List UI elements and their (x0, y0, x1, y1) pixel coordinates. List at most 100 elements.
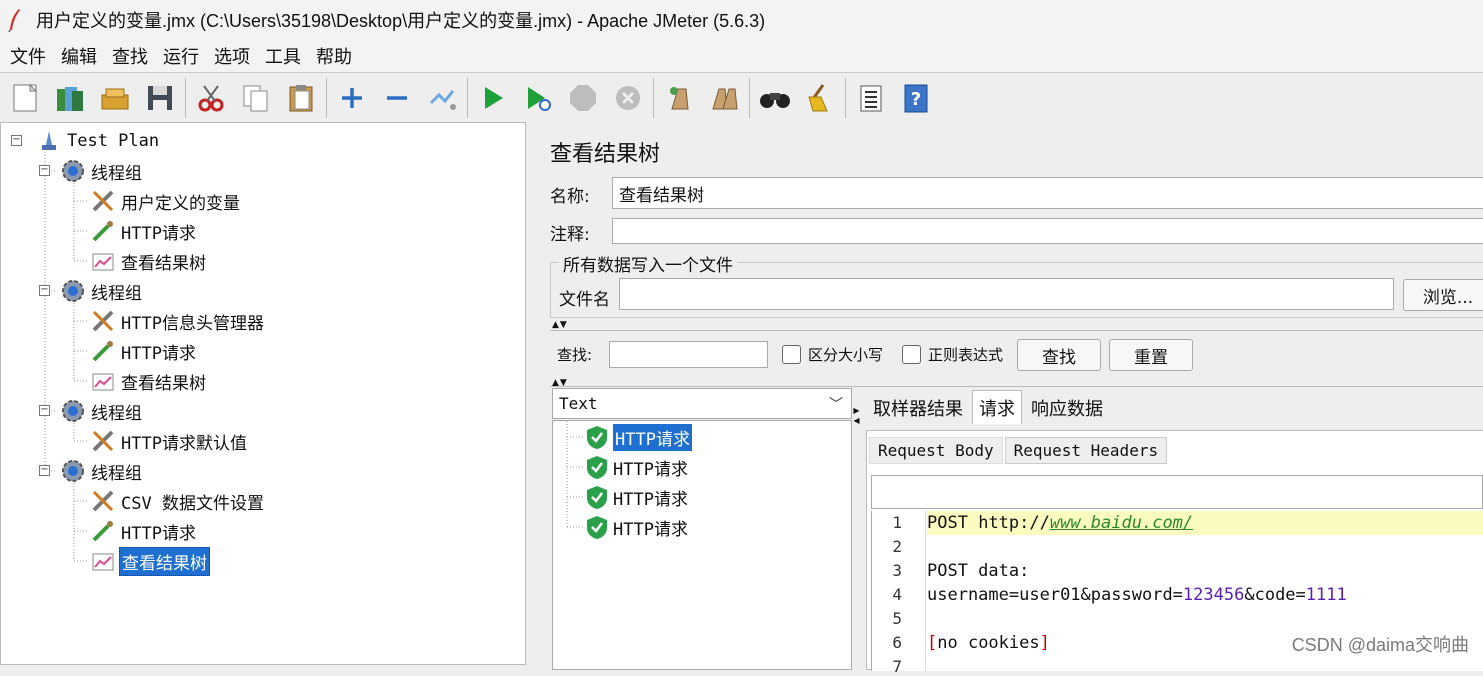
code-line-1: POST http://www.baidu.com/ (927, 511, 1483, 535)
regex-checkbox[interactable]: 正则表达式 (902, 344, 1003, 365)
new-icon[interactable] (8, 81, 42, 115)
tree-node-thread-group[interactable]: 线程组 (59, 277, 144, 305)
filename-input[interactable] (619, 278, 1394, 310)
expand-icon[interactable] (335, 81, 369, 115)
pipette-icon (89, 217, 117, 245)
search-input[interactable] (609, 341, 768, 368)
tree-node-header-manager[interactable]: HTTP信息头管理器 (89, 307, 266, 335)
success-shield-icon (583, 453, 611, 481)
toolbar-separator (467, 78, 468, 118)
search-icon[interactable] (758, 81, 792, 115)
request-url[interactable]: www.baidu.com/ (1050, 513, 1193, 533)
result-item[interactable]: HTTP请求 (583, 423, 692, 451)
menu-file[interactable]: 文件 (10, 43, 46, 69)
tree-node-view-results-tree[interactable]: 查看结果树 (89, 247, 208, 275)
pipette-icon (89, 337, 117, 365)
line-number-gutter: 1 2 3 4 5 6 7 (872, 511, 926, 676)
paste-icon[interactable] (284, 81, 318, 115)
tab-sampler-result[interactable]: 取样器结果 (866, 390, 970, 424)
success-shield-icon (583, 423, 611, 451)
tree-node-thread-group[interactable]: 线程组 (59, 397, 144, 425)
graph-icon (89, 547, 117, 575)
start-icon[interactable] (476, 81, 510, 115)
collapse-icon[interactable] (380, 81, 414, 115)
menu-bar: 文件 编辑 查找 运行 选项 工具 帮助 (0, 40, 1483, 73)
tree-node-view-results-tree-selected[interactable]: 查看结果树 (89, 546, 210, 576)
toggle-icon[interactable] (425, 81, 459, 115)
menu-search[interactable]: 查找 (112, 43, 148, 69)
tab-request[interactable]: 请求 (972, 390, 1022, 424)
tab-response-data[interactable]: 响应数据 (1024, 390, 1110, 424)
tree-node-user-variables[interactable]: 用户定义的变量 (89, 187, 242, 215)
test-plan-tree[interactable]: − Test Plan − 线程组 用户定义的变量 HTTP请求 查看结果树 −… (0, 122, 526, 665)
start-no-pauses-icon[interactable] (521, 81, 555, 115)
tree-node-thread-group[interactable]: 线程组 (59, 157, 144, 185)
sample-result-list[interactable]: HTTP请求 HTTP请求 HTTP请求 HTTP请求 (552, 420, 852, 670)
split-arrows[interactable]: ▲▼ (552, 320, 568, 330)
menu-run[interactable]: 运行 (163, 43, 199, 69)
line-number: 5 (892, 609, 902, 628)
wrench-icon (89, 487, 117, 515)
toolbar-separator (749, 78, 750, 118)
tree-node-test-plan[interactable]: Test Plan (35, 127, 161, 155)
result-item[interactable]: HTTP请求 (583, 483, 688, 511)
stop-icon[interactable] (566, 81, 600, 115)
tree-node-request-defaults[interactable]: HTTP请求默认值 (89, 427, 249, 455)
function-helper-icon[interactable] (854, 81, 888, 115)
open-icon[interactable] (98, 81, 132, 115)
collapse-toggle[interactable]: − (39, 285, 50, 296)
collapse-toggle[interactable]: − (39, 405, 50, 416)
toolbar-separator (653, 78, 654, 118)
reset-search-icon[interactable] (803, 81, 837, 115)
clear-all-icon[interactable] (707, 81, 741, 115)
gear-icon (59, 397, 87, 425)
watermark: CSDN @daima交响曲 (1291, 635, 1469, 655)
tree-node-view-results-tree[interactable]: 查看结果树 (89, 367, 208, 395)
collapse-toggle[interactable]: − (39, 465, 50, 476)
body-search-field[interactable] (871, 475, 1483, 509)
case-sensitive-checkbox[interactable]: 区分大小写 (782, 344, 883, 365)
toolbar-separator (185, 78, 186, 118)
save-icon[interactable] (143, 81, 177, 115)
code-line-4: username= user01 & password= 123456 & code= 111… (927, 585, 1347, 605)
clear-icon[interactable] (662, 81, 696, 115)
result-item[interactable]: HTTP请求 (583, 513, 688, 541)
shutdown-icon[interactable] (611, 81, 645, 115)
tree-node-http-request[interactable]: HTTP请求 (89, 217, 198, 245)
menu-tools[interactable]: 工具 (265, 43, 301, 69)
tree-node-http-request[interactable]: HTTP请求 (89, 517, 198, 545)
name-field[interactable]: 查看结果树 (612, 177, 1483, 209)
line-number: 3 (892, 561, 902, 580)
success-shield-icon (583, 483, 611, 511)
code-line-6: [no cookies] (927, 633, 1050, 653)
split-arrows[interactable]: ▶◀ (852, 406, 861, 426)
help-icon[interactable]: ? (899, 81, 933, 115)
templates-icon[interactable] (53, 81, 87, 115)
tree-node-http-request[interactable]: HTTP请求 (89, 337, 198, 365)
find-button[interactable]: 查找 (1017, 339, 1101, 371)
copy-icon[interactable] (239, 81, 273, 115)
tree-node-csv-data-set[interactable]: CSV 数据文件设置 (89, 487, 266, 515)
menu-help[interactable]: 帮助 (316, 43, 352, 69)
collapse-toggle[interactable]: − (11, 135, 22, 146)
line-number: 6 (892, 633, 902, 652)
menu-edit[interactable]: 编辑 (61, 43, 97, 69)
renderer-select[interactable]: Text ﹀ (552, 388, 852, 419)
collapse-toggle[interactable]: − (39, 165, 50, 176)
tab-request-headers[interactable]: Request Headers (1004, 437, 1168, 464)
title-bar: 用户定义的变量.jmx (C:\Users\35198\Desktop\用户定义… (0, 0, 1483, 40)
browse-button[interactable]: 浏览... (1403, 279, 1483, 311)
tree-node-thread-group[interactable]: 线程组 (59, 457, 144, 485)
window-title: 用户定义的变量.jmx (C:\Users\35198\Desktop\用户定义… (36, 11, 766, 31)
reset-button[interactable]: 重置 (1109, 339, 1193, 371)
divider (550, 330, 1483, 331)
cut-icon[interactable] (194, 81, 228, 115)
toolbar-separator (845, 78, 846, 118)
result-item[interactable]: HTTP请求 (583, 453, 688, 481)
file-section-legend: 所有数据写入一个文件 (559, 251, 737, 276)
tab-request-body[interactable]: Request Body (869, 437, 1003, 464)
comment-field[interactable] (612, 218, 1483, 244)
menu-options[interactable]: 选项 (214, 43, 250, 69)
line-number: 1 (892, 513, 902, 532)
filename-label: 文件名 (559, 290, 610, 310)
